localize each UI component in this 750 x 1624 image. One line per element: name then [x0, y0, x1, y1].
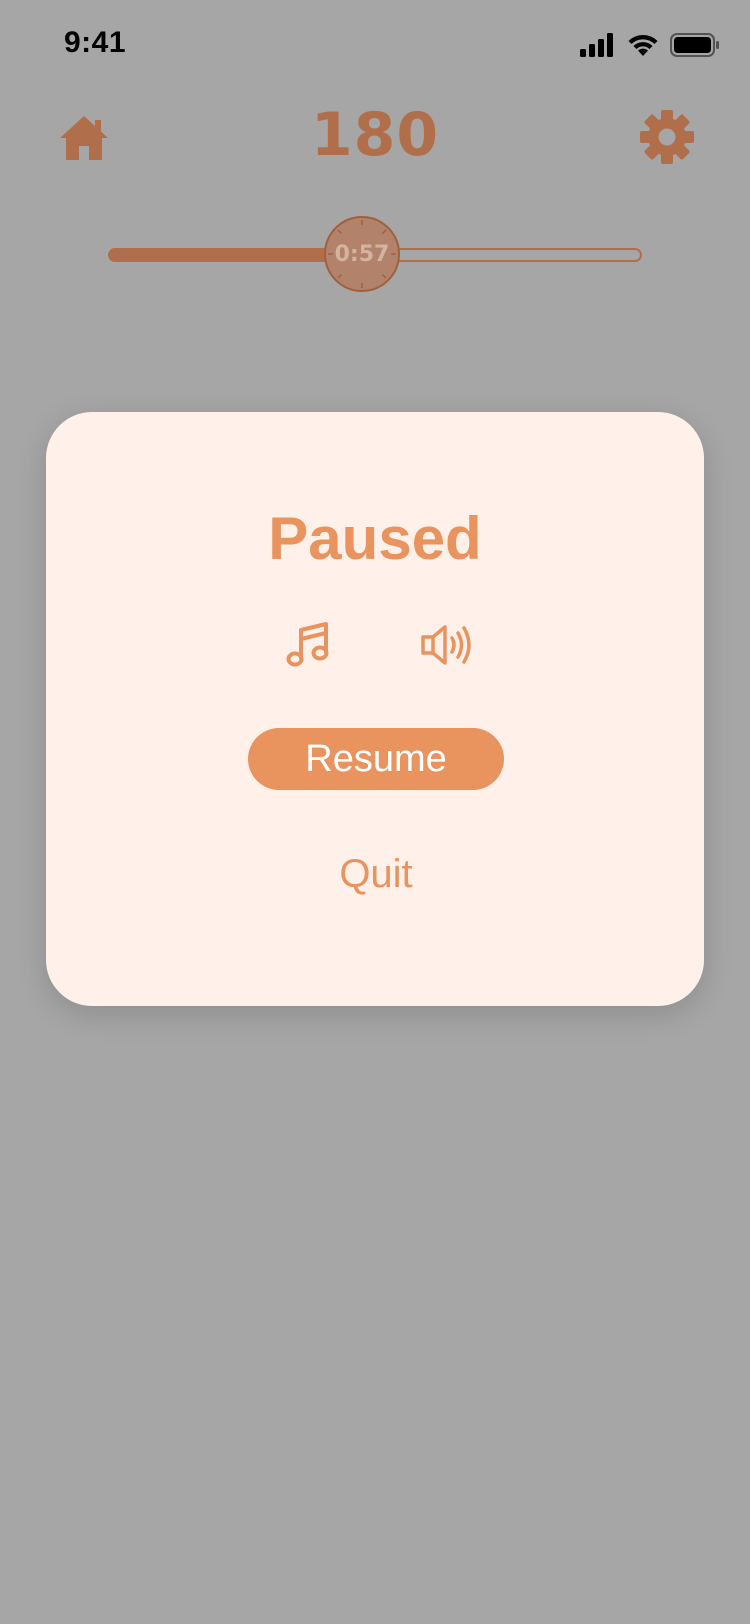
resume-button[interactable]: Resume — [248, 728, 504, 790]
cellular-signal-icon — [580, 33, 613, 57]
gear-icon[interactable] — [638, 108, 696, 166]
battery-icon — [670, 33, 719, 57]
timer-knob: 0:57 — [324, 216, 400, 292]
status-time: 9:41 — [64, 26, 127, 59]
modal-title: Paused — [268, 505, 482, 572]
status-bar: 9:41 — [0, 0, 750, 92]
quit-button[interactable]: Quit — [276, 844, 476, 904]
timer-label: 0:57 — [334, 242, 390, 267]
top-bar: 180 — [0, 100, 750, 180]
pause-modal: Paused Resume Quit — [46, 412, 704, 1006]
status-icons — [580, 32, 720, 58]
wifi-icon — [628, 34, 658, 56]
timer-progress-fill — [110, 248, 349, 262]
music-note-icon[interactable] — [284, 620, 334, 670]
speaker-icon[interactable] — [420, 620, 474, 670]
